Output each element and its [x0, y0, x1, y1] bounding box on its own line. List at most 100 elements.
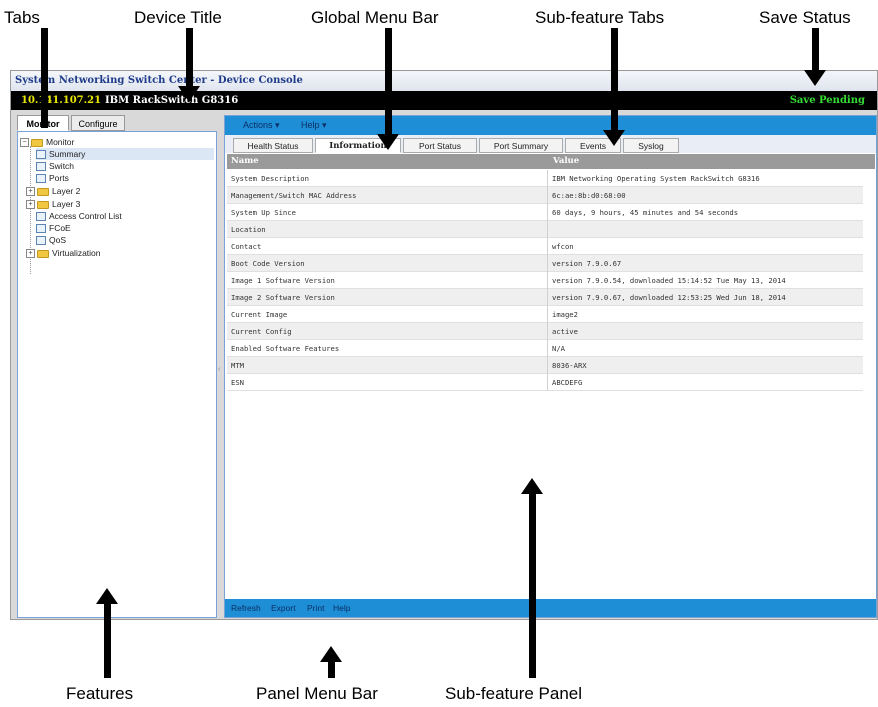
tree-item-qos[interactable]: QoS: [36, 234, 66, 246]
cell-value: IBM Networking Operating System RackSwit…: [547, 170, 863, 187]
expand-icon[interactable]: +: [26, 200, 35, 210]
table-header: Name Value: [227, 154, 875, 169]
cell-value: active: [547, 323, 863, 340]
cell-name: System Up Since: [231, 208, 296, 217]
callout-subfeature-panel: Sub-feature Panel: [445, 684, 583, 703]
cell-name: System Description: [231, 174, 309, 183]
collapse-icon[interactable]: −: [20, 138, 29, 148]
table-row[interactable]: Image 2 Software Version version 7.9.0.6…: [227, 289, 863, 306]
panel-menu-bar: Refresh Export Print Help: [225, 599, 876, 617]
tree-item-fcoe[interactable]: FCoE: [36, 222, 71, 234]
cell-value: image2: [547, 306, 863, 323]
expand-icon[interactable]: +: [26, 187, 35, 197]
window-title: System Networking Switch Center - Device…: [11, 71, 877, 91]
table-row[interactable]: Location: [227, 221, 863, 238]
arrow-features: [104, 602, 111, 678]
tree-item-monitor[interactable]: − Monitor: [20, 136, 74, 148]
arrow-device-title: [186, 28, 193, 88]
folder-icon: [37, 187, 49, 196]
page-icon: [36, 150, 46, 160]
cell-name: Location: [231, 225, 266, 234]
cell-name: Enabled Software Features: [231, 344, 340, 353]
table-row[interactable]: Management/Switch MAC Address 6c:ae:8b:d…: [227, 187, 863, 204]
subfeature-panel: Actions ▾ Help ▾ Health Status Informati…: [224, 115, 877, 618]
global-menu-bar: Actions ▾ Help ▾: [225, 116, 876, 135]
tree-item-ports[interactable]: Ports: [36, 172, 69, 184]
cell-name: Contact: [231, 242, 262, 251]
cell-name: ESN: [231, 378, 244, 387]
cell-name: Boot Code Version: [231, 259, 305, 268]
callout-subfeature-tabs: Sub-feature Tabs: [535, 8, 665, 27]
cell-name: Current Image: [231, 310, 288, 319]
callout-tabs: Tabs: [4, 8, 40, 27]
tree-item-virtualization[interactable]: + Virtualization: [26, 247, 101, 259]
tab-port-summary[interactable]: Port Summary: [479, 138, 563, 153]
tree-item-layer-3[interactable]: + Layer 3: [26, 198, 80, 210]
callout-save-status: Save Status: [759, 8, 851, 27]
arrow-tabs: [41, 28, 48, 128]
cell-name: MTM: [231, 361, 244, 370]
arrow-subfeature-tabs: [611, 28, 618, 136]
column-header-name[interactable]: Name: [231, 154, 259, 169]
callout-global-menu-bar: Global Menu Bar: [311, 8, 439, 27]
tab-syslog[interactable]: Syslog: [623, 138, 679, 153]
table-row[interactable]: Boot Code Version version 7.9.0.67: [227, 255, 863, 272]
tab-configure[interactable]: Configure: [71, 115, 125, 131]
print-button[interactable]: Print: [307, 599, 324, 617]
arrow-global-menu-bar: [385, 28, 392, 136]
table-row[interactable]: Contact wfcon: [227, 238, 863, 255]
tree-item-label: Ports: [49, 173, 69, 183]
cell-value: 60 days, 9 hours, 45 minutes and 54 seco…: [547, 204, 863, 221]
cell-value: 6c:ae:8b:d0:68:00: [547, 187, 863, 204]
table-row[interactable]: System Up Since 60 days, 9 hours, 45 min…: [227, 204, 863, 221]
page-icon: [36, 224, 46, 234]
menu-actions[interactable]: Actions ▾: [243, 116, 280, 135]
cell-value: 8036-ARX: [547, 357, 863, 374]
arrow-subfeature-panel: [529, 492, 536, 678]
refresh-button[interactable]: Refresh: [231, 599, 261, 617]
cell-name: Image 1 Software Version: [231, 276, 335, 285]
expand-icon[interactable]: +: [26, 249, 35, 259]
cell-name: Current Config: [231, 327, 292, 336]
cell-name: Management/Switch MAC Address: [231, 191, 357, 200]
tree-item-switch[interactable]: Switch: [36, 160, 74, 172]
table-row[interactable]: Image 1 Software Version version 7.9.0.5…: [227, 272, 863, 289]
menu-help[interactable]: Help ▾: [301, 116, 327, 135]
callout-features: Features: [66, 684, 134, 703]
tab-port-status[interactable]: Port Status: [403, 138, 477, 153]
tree-item-summary[interactable]: Summary: [36, 148, 214, 160]
arrow-head-device-title: [178, 86, 200, 102]
cell-name: Image 2 Software Version: [231, 293, 335, 302]
cell-value: wfcon: [547, 238, 863, 255]
folder-icon: [31, 138, 43, 147]
device-title-bar: 10.141.107.21 IBM RackSwitch G8316 Save …: [11, 91, 877, 110]
tree-item-label: Layer 3: [52, 199, 81, 209]
arrow-save-status: [812, 28, 819, 76]
cell-value: [547, 221, 863, 238]
splitter-handle[interactable]: ‹: [218, 366, 220, 373]
page-icon: [36, 174, 46, 184]
tree-item-label: Summary: [49, 149, 86, 159]
subfeature-tabs: Health Status Information Port Status Po…: [225, 135, 876, 153]
table-row[interactable]: MTM 8036-ARX: [227, 357, 863, 374]
table-row[interactable]: Enabled Software Features N/A: [227, 340, 863, 357]
table-row[interactable]: Current Config active: [227, 323, 863, 340]
callout-device-title: Device Title: [134, 8, 222, 27]
callout-panel-menu-bar: Panel Menu Bar: [256, 684, 378, 703]
column-header-value[interactable]: Value: [553, 154, 579, 169]
tree-item-label: FCoE: [49, 223, 71, 233]
tree-item-access-control-list[interactable]: Access Control List: [36, 210, 122, 222]
help-button[interactable]: Help: [333, 599, 350, 617]
arrow-head-subfeature-tabs: [603, 130, 625, 146]
device-ip: 10.141.107.21: [21, 95, 102, 106]
table-row[interactable]: ESN ABCDEFG: [227, 374, 863, 391]
tree-item-label: Layer 2: [52, 186, 81, 196]
table-row[interactable]: System Description IBM Networking Operat…: [227, 170, 863, 187]
save-status[interactable]: Save Pending: [790, 91, 865, 110]
arrow-head-global-menu-bar: [377, 134, 399, 150]
export-button[interactable]: Export: [271, 599, 296, 617]
table-row[interactable]: Current Image image2: [227, 306, 863, 323]
tree-item-label: QoS: [49, 235, 67, 245]
tab-health-status[interactable]: Health Status: [233, 138, 313, 153]
tree-item-layer-2[interactable]: + Layer 2: [26, 185, 80, 197]
